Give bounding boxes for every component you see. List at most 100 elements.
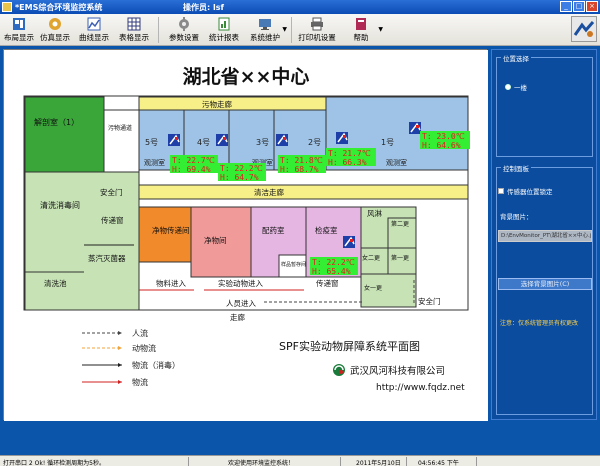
steam-sterilizer-label: 蒸汽灭菌器: [88, 253, 126, 263]
chevron-down-icon[interactable]: ▼: [378, 26, 383, 33]
pass-window-label: 传递窗: [101, 215, 124, 225]
select-bg-image-button[interactable]: 选择背景图片(C): [498, 278, 592, 290]
sensor-icon-3[interactable]: [276, 134, 288, 146]
change-2-label: 第二更: [391, 220, 409, 228]
radio-dot-icon: [505, 84, 511, 90]
sensor-readout-5: T: 22.7℃ H: 69.4%: [170, 155, 218, 174]
help-button[interactable]: 帮助 ▼: [344, 15, 383, 45]
sample-room-label: 样品暂存间: [281, 261, 306, 268]
sensor-readout-4: T: 22.2℃ H: 64.7%: [218, 163, 266, 182]
app-logo-icon: [2, 2, 12, 12]
report-icon: [218, 17, 230, 31]
safety-door-label: 安全门: [100, 187, 123, 197]
floor-1-radio[interactable]: 一楼: [505, 82, 527, 92]
air-shower-label: 风淋: [367, 208, 382, 218]
statistics-report-button[interactable]: 统计报表: [207, 15, 241, 45]
room-clean-pass-label: 净物传递间: [152, 225, 190, 235]
checkbox-icon: [498, 188, 504, 194]
table-icon: [127, 17, 141, 31]
control-panel-group: 控制面板: [496, 163, 593, 415]
status-welcome: 欢迎使用环境监控系统！: [228, 460, 295, 466]
svg-text:H: 68.7%: H: 68.7%: [280, 165, 319, 174]
walkway-label: 走廊: [230, 312, 245, 322]
sensor-readout-3: T: 21.8℃ H: 68.7%: [278, 155, 326, 174]
bg-image-label: 背景图片：: [500, 213, 533, 221]
status-date: 2011年5月10日: [356, 460, 401, 466]
help-book-icon: [356, 18, 366, 30]
svg-text:H: 64.6%: H: 64.6%: [422, 141, 461, 150]
chevron-down-icon[interactable]: ▼: [282, 26, 287, 33]
safety-door-2-label: 安全门: [418, 296, 441, 306]
room-clean-label: 净物间: [204, 235, 227, 245]
room-3-label: 3号: [256, 138, 269, 147]
observe-label-1: 观测室: [386, 158, 407, 167]
system-maintenance-button[interactable]: 系统维护 ▼: [248, 15, 287, 45]
status-band: [0, 423, 600, 455]
window-title: *EMS综合环境监控系统: [15, 3, 103, 12]
status-bar: 打开串口 2 Ok! 循环检测周期为5秒。 欢迎使用环境监控系统！ 2011年5…: [0, 455, 600, 466]
close-button[interactable]: ×: [586, 1, 598, 12]
room-dirty-passage-label: 污物通道: [108, 124, 132, 132]
room-prep-label: 配药室: [262, 225, 285, 235]
svg-text:H: 64.7%: H: 64.7%: [220, 173, 259, 182]
table-display-button[interactable]: 表格显示: [117, 15, 151, 45]
lock-sensor-checkbox[interactable]: 传感器位置锁定: [498, 186, 553, 196]
material-in-label: 物料进入: [156, 278, 186, 288]
sensor-readout-2: T: 21.7℃ H: 66.3%: [326, 148, 376, 167]
maximize-button[interactable]: □: [573, 1, 585, 12]
position-select-group: 位置选择 一楼: [496, 53, 593, 157]
bg-image-path-field[interactable]: D:\EnvMonitor_PT\湖北省××中心.jpg: [498, 230, 592, 242]
printer-settings-button[interactable]: 打印机设置: [297, 15, 337, 45]
clean-corridor: [138, 184, 469, 200]
room-wash-disinfect-label: 清洗消毒间: [40, 200, 80, 210]
room-2-label: 2号: [308, 138, 321, 147]
simulation-display-button[interactable]: 仿真显示: [38, 15, 72, 45]
animal-in-label: 实验动物进入: [218, 278, 263, 288]
room-dissection-label: 解剖室（1）: [34, 117, 79, 127]
floorplan-heading: 湖北省××中心: [183, 65, 310, 88]
svg-text:H: 69.4%: H: 69.4%: [172, 165, 211, 174]
legend-logistics: 物流: [132, 377, 148, 387]
parameter-settings-button[interactable]: 参数设置: [167, 15, 201, 45]
app-window: *EMS综合环境监控系统 操作员: lsf _ □ × 布局显示 仿真显示 曲线…: [0, 0, 600, 466]
right-panel: 位置选择 一楼 控制面板 传感器位置锁定 背景图片： D:\EnvMonitor…: [491, 49, 597, 420]
staff-in-label: 人员进入: [226, 299, 256, 308]
svg-text:H: 65.4%: H: 65.4%: [312, 267, 351, 276]
logo-button[interactable]: [571, 16, 597, 42]
legend-animal-flow: 动物流: [132, 343, 156, 353]
room-quarantine-label: 检疫室: [315, 225, 338, 235]
curve-display-button[interactable]: 曲线显示: [77, 15, 111, 45]
toolbar: 布局显示 仿真显示 曲线显示 表格显示 参数设置 统计报表 系统维护 ▼ 打印机…: [0, 14, 600, 46]
dirty-corridor-label: 污物走廊: [202, 99, 232, 109]
company-website[interactable]: http://www.fqdz.net: [376, 383, 465, 393]
buffer-label: 女二更: [362, 254, 380, 262]
status-port: 打开串口 2 Ok! 循环检测周期为5秒。: [3, 460, 105, 466]
layout-icon: [13, 18, 25, 30]
minimize-button[interactable]: _: [560, 1, 572, 12]
legend-logistics-disinfect: 物流（消毒）: [132, 360, 180, 370]
sensor-icon-2[interactable]: [336, 132, 348, 144]
title-bar: *EMS综合环境监控系统 操作员: lsf _ □ ×: [0, 0, 600, 14]
company-name: 武汉风河科技有限公司: [350, 365, 445, 377]
company-logo-icon: [572, 17, 596, 41]
sensor-icon-quarantine[interactable]: [343, 236, 355, 248]
sensor-icon-5[interactable]: [168, 134, 180, 146]
sensor-readout-quarantine: T: 22.2℃ H: 65.4%: [310, 257, 358, 276]
pass-window-2-label: 传递窗: [316, 278, 339, 288]
room-dissection[interactable]: [24, 96, 105, 173]
dirty-corridor: [138, 96, 327, 111]
clean-corridor-label: 清洁走廊: [254, 187, 284, 197]
svg-text:T: 22.2℃: T: 22.2℃: [220, 164, 263, 173]
sensor-icon-4[interactable]: [216, 134, 228, 146]
change-1-label: 第一更: [391, 254, 409, 262]
sensor-readout-1: T: 23.0℃ H: 64.6%: [420, 131, 470, 150]
svg-text:H: 66.3%: H: 66.3%: [328, 158, 367, 167]
sensor-icon-1[interactable]: [409, 122, 421, 134]
simulation-icon: [49, 18, 61, 30]
admin-note: 注意：仅系统管理员有权更改: [500, 320, 579, 327]
layout-display-button[interactable]: 布局显示: [2, 15, 36, 45]
status-time: 04:56:45 下午: [418, 460, 459, 466]
maintenance-icon: [259, 19, 271, 30]
svg-text:T: 22.7℃: T: 22.7℃: [172, 156, 215, 165]
printer-icon: [311, 17, 323, 31]
